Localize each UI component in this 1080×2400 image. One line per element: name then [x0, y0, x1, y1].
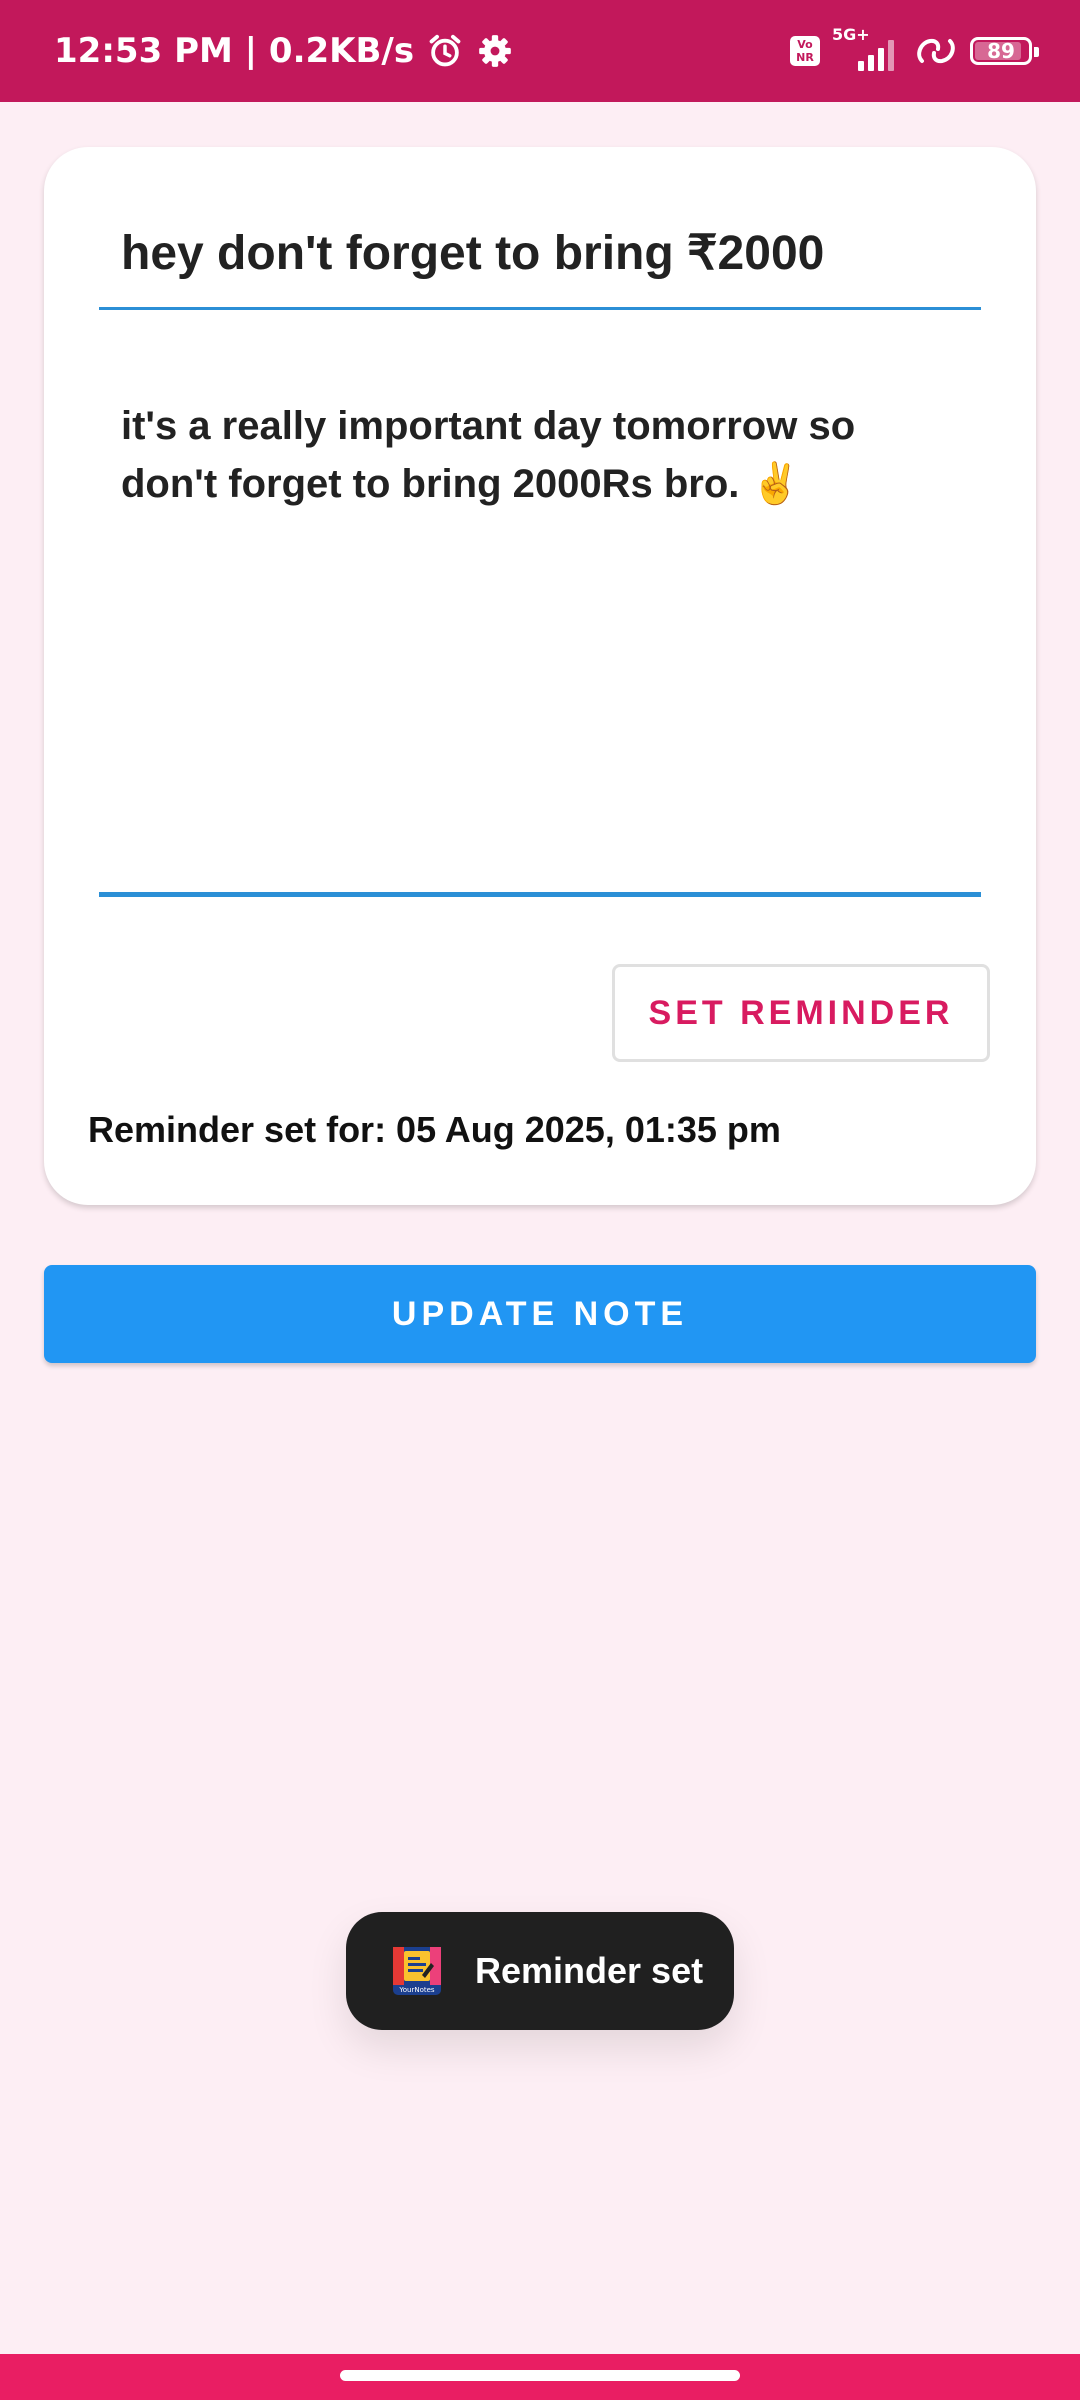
status-time-speed: 12:53 PM | 0.2KB/s [54, 31, 415, 71]
gear-icon [479, 35, 511, 67]
toast-message: Reminder set [475, 1950, 704, 1991]
network-indicator: 5G+ [832, 25, 902, 71]
reminder-info-text: Reminder set for: 05 Aug 2025, 01:35 pm [88, 1109, 781, 1150]
app-notes-icon: YourNotes [393, 1947, 441, 1995]
note-title-field[interactable]: hey don't forget to bring ₹2000 [99, 225, 981, 310]
link-icon [917, 38, 955, 64]
note-body-text: it's a really important day tomorrow so … [121, 404, 856, 506]
alarm-icon [429, 34, 461, 67]
note-card: hey don't forget to bring ₹2000 it's a r… [44, 147, 1036, 1205]
volte-top-label: Vo [797, 38, 813, 51]
set-reminder-button[interactable]: SET REMINDER [612, 964, 990, 1062]
navigation-bar [0, 2354, 1080, 2400]
status-left: 12:53 PM | 0.2KB/s [54, 0, 514, 102]
status-bar: 12:53 PM | 0.2KB/s Vo NR 5G+ 89 [0, 0, 1080, 102]
battery-level: 89 [987, 39, 1015, 63]
status-right: Vo NR 5G+ 89 [790, 0, 1040, 102]
toast: YourNotes Reminder set [346, 1912, 734, 2030]
update-note-button[interactable]: UPDATE NOTE [44, 1265, 1036, 1363]
note-title-text: hey don't forget to bring ₹2000 [121, 227, 825, 280]
app-icon-caption: YourNotes [398, 1986, 435, 1994]
volte-icon: Vo NR [790, 36, 820, 66]
note-body-field[interactable]: it's a really important day tomorrow so … [99, 397, 981, 897]
battery-tip [1034, 47, 1039, 57]
signal-icon [858, 40, 894, 71]
battery-icon: 89 [970, 37, 1039, 65]
home-indicator[interactable] [340, 2370, 740, 2381]
volte-bottom-label: NR [796, 51, 814, 64]
